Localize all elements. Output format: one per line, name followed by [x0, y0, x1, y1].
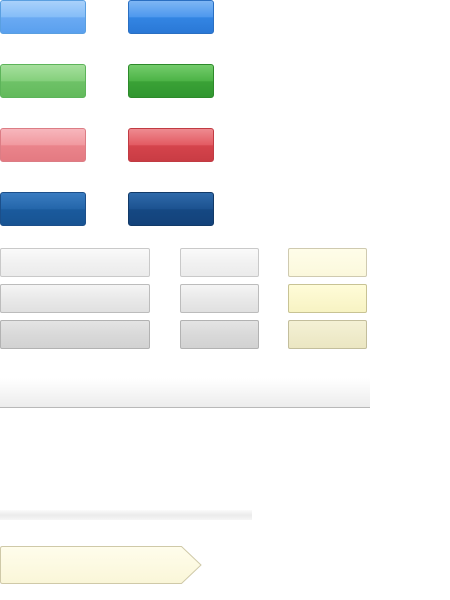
- yellow-field-normal[interactable]: [288, 248, 367, 277]
- green-button-light[interactable]: [0, 64, 86, 98]
- wide-gray-field-pressed[interactable]: [0, 320, 150, 349]
- arrow-tag-shape[interactable]: [0, 546, 204, 586]
- thin-separator-bar: [0, 510, 252, 520]
- wide-gray-field-hover[interactable]: [0, 284, 150, 313]
- small-gray-field-hover[interactable]: [180, 284, 259, 313]
- wide-gray-field-normal[interactable]: [0, 248, 150, 277]
- blue-button-light[interactable]: [0, 0, 86, 34]
- green-button-strong[interactable]: [128, 64, 214, 98]
- red-button-strong[interactable]: [128, 128, 214, 162]
- blue-button-strong[interactable]: [128, 0, 214, 34]
- small-gray-field-pressed[interactable]: [180, 320, 259, 349]
- red-button-light[interactable]: [0, 128, 86, 162]
- yellow-field-pressed[interactable]: [288, 320, 367, 349]
- header-bar-background: [0, 378, 370, 408]
- navy-button-strong[interactable]: [128, 192, 214, 226]
- yellow-field-hover[interactable]: [288, 284, 367, 313]
- navy-button-light[interactable]: [0, 192, 86, 226]
- small-gray-field-normal[interactable]: [180, 248, 259, 277]
